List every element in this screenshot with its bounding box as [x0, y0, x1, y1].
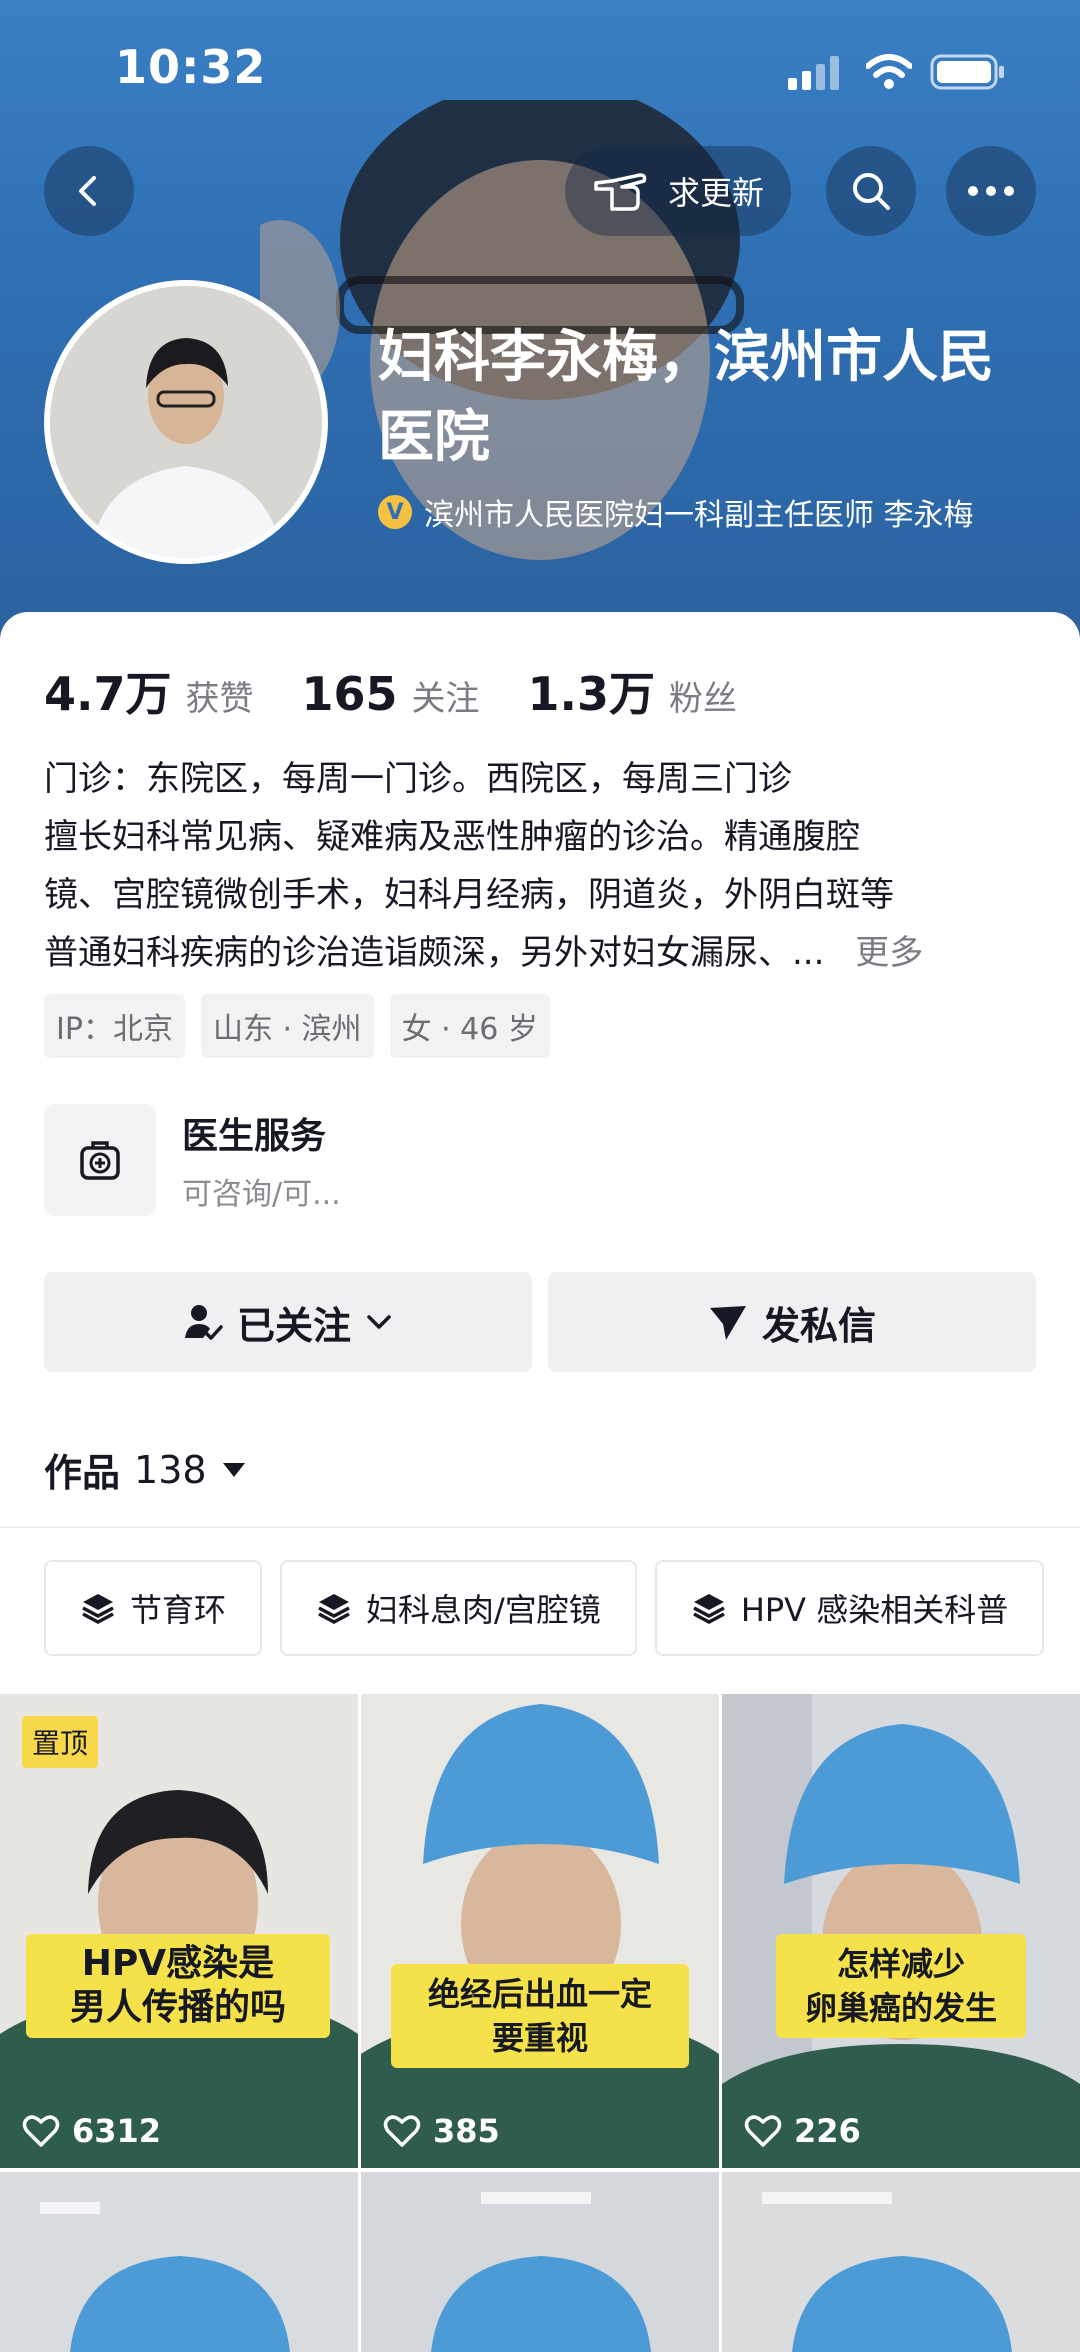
caret-down-icon — [222, 1462, 245, 1477]
collection-chip[interactable]: HPV 感染相关科普 — [654, 1560, 1045, 1656]
bio-line: 门诊：东院区，每周一门诊。西院区，每周三门诊 — [44, 759, 792, 799]
profile-header: 10:32 求更新 妇科李永梅，滨州市人民医院 V 滨州市人民医院妇一科副主任医… — [0, 0, 1080, 640]
video-caption: HPV感染是 男人传播的吗 — [26, 1934, 330, 2038]
video-thumbnail[interactable]: 怎样减少 卵巢癌的发生 226 — [722, 1694, 1080, 2168]
followers-count[interactable]: 1.3万 — [528, 658, 656, 724]
service-text: 医生服务 可咨询/可... — [182, 1107, 341, 1213]
chevron-down-icon — [367, 1315, 391, 1329]
video-thumbnail[interactable] — [361, 2172, 719, 2352]
gender-age-tag: 女 · 46 岁 — [389, 994, 550, 1058]
doctor-service-entry[interactable]: 医生服务 可咨询/可... — [44, 1104, 341, 1216]
heart-icon — [383, 2115, 421, 2147]
likes-count: 385 — [433, 2112, 500, 2150]
profile-name: 妇科李永梅，滨州市人民医院 — [378, 325, 994, 470]
profile-stats: 4.7万 获赞 165 关注 1.3万 粉丝 — [44, 658, 785, 724]
heart-icon — [744, 2115, 782, 2147]
bio-line: 镜、宫腔镜微创手术，妇科月经病，阴道炎，外阴白斑等 — [44, 875, 894, 915]
more-icon — [968, 186, 1014, 196]
ip-tag: IP：北京 — [44, 994, 185, 1058]
likes-count: 6312 — [72, 2112, 162, 2150]
video-thumbnail[interactable]: 置顶 HPV感染是 男人传播的吗 6312 — [0, 1694, 358, 2168]
service-subtitle: 可咨询/可... — [182, 1177, 341, 1212]
send-message-button[interactable]: 发私信 — [548, 1272, 1036, 1372]
works-header[interactable]: 作品 138 — [44, 1442, 247, 1497]
heart-icon — [22, 2115, 60, 2147]
profile-avatar[interactable] — [44, 280, 328, 564]
layers-icon — [82, 1594, 114, 1624]
profile-bio: 门诊：东院区，每周一门诊。西院区，每周三门诊 擅长妇科常见病、疑难病及恶性肿瘤的… — [44, 750, 1044, 982]
video-thumbnail[interactable] — [722, 2172, 1080, 2352]
send-icon — [709, 1306, 746, 1340]
caption-line: 要重视 — [491, 2019, 588, 2057]
back-icon — [79, 176, 96, 206]
video-thumbnail[interactable] — [0, 2172, 358, 2352]
search-button[interactable] — [826, 146, 916, 236]
bio-line-text: 普通妇科疾病的诊治造诣颇深，另外对妇女漏尿、... — [44, 933, 825, 973]
thumbnail-image — [0, 2172, 358, 2352]
video-likes: 6312 — [22, 2112, 161, 2150]
request-update-button[interactable]: 求更新 — [565, 146, 791, 236]
following-label[interactable]: 关注 — [412, 671, 480, 720]
likes-count: 226 — [794, 2112, 861, 2150]
video-thumbnail[interactable]: 绝经后出血一定 要重视 385 — [361, 1694, 719, 2168]
status-time: 10:32 — [115, 40, 267, 94]
video-caption: 怎样减少 卵巢癌的发生 — [776, 1934, 1026, 2038]
thumbnail-image — [722, 2172, 1080, 2352]
layers-icon — [692, 1594, 725, 1624]
bio-line-last: 普通妇科疾病的诊治造诣颇深，另外对妇女漏尿、... 更多 — [44, 924, 1044, 982]
followers-label[interactable]: 粉丝 — [669, 671, 737, 720]
collection-label: 节育环 — [130, 1591, 227, 1629]
user-check-icon — [184, 1305, 223, 1340]
layers-icon — [318, 1594, 350, 1624]
verification-line: V 滨州市人民医院妇一科副主任医师 李永梅 — [378, 490, 974, 534]
following-count[interactable]: 165 — [302, 667, 398, 721]
following-button[interactable]: 已关注 — [44, 1272, 532, 1372]
likes-count: 4.7万 — [44, 667, 172, 721]
bio-more-link[interactable]: 更多 — [855, 933, 923, 973]
verified-icon: V — [378, 495, 412, 529]
thumbnail-image — [361, 2172, 719, 2352]
send-message-label: 发私信 — [761, 1303, 876, 1348]
video-likes: 226 — [744, 2112, 861, 2150]
caption-line: HPV感染是 — [81, 1943, 275, 1984]
video-caption: 绝经后出血一定 要重视 — [391, 1964, 689, 2068]
search-icon — [853, 173, 890, 210]
location-tag: 山东 · 滨州 — [200, 994, 374, 1058]
more-button[interactable] — [946, 146, 1036, 236]
works-label: 作品 — [44, 1451, 121, 1495]
caption-line: 男人传播的吗 — [69, 1987, 286, 2028]
collection-label: HPV 感染相关科普 — [740, 1591, 1009, 1629]
medical-bag-icon — [44, 1104, 156, 1216]
bio-line: 擅长妇科常见病、疑难病及恶性肿瘤的诊治。精通腹腔 — [44, 817, 860, 857]
service-title: 医生服务 — [182, 1116, 327, 1157]
collection-chip[interactable]: 妇科息肉/宫腔镜 — [280, 1560, 637, 1656]
works-count: 138 — [134, 1447, 207, 1492]
caption-line: 怎样减少 — [836, 1945, 965, 1983]
request-update-label: 求更新 — [667, 174, 764, 212]
collections-row: 节育环 妇科息肉/宫腔镜 HPV 感染相关科普 — [44, 1560, 1045, 1656]
status-bar: 10:32 — [0, 0, 1080, 140]
point-hand-icon — [594, 173, 647, 211]
battery-icon — [930, 54, 1004, 90]
section-divider — [0, 1526, 1080, 1528]
collection-chip[interactable]: 节育环 — [44, 1560, 263, 1656]
caption-line: 绝经后出血一定 — [427, 1975, 652, 2013]
back-button[interactable] — [44, 146, 134, 236]
pinned-badge: 置顶 — [22, 1716, 99, 1768]
caption-line: 卵巢癌的发生 — [804, 1989, 997, 2027]
signal-icon — [788, 56, 839, 90]
likes-label: 获赞 — [185, 679, 254, 719]
avatar-photo — [50, 286, 322, 558]
profile-tags: IP：北京 山东 · 滨州 女 · 46 岁 — [44, 994, 550, 1058]
following-button-label: 已关注 — [236, 1303, 351, 1348]
video-likes: 385 — [383, 2112, 500, 2150]
thumbnail-image — [722, 1694, 1080, 2168]
wifi-icon — [866, 54, 912, 89]
thumbnail-image — [361, 1694, 719, 2168]
collection-label: 妇科息肉/宫腔镜 — [366, 1591, 601, 1629]
verification-text: 滨州市人民医院妇一科副主任医师 李永梅 — [424, 498, 974, 533]
